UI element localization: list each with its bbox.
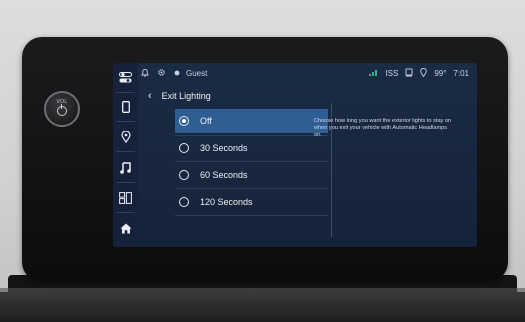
status-right: ISS 99° 7:01 [369,65,469,81]
rail-separator [116,92,135,93]
radio-icon [179,116,189,126]
page-header: ‹ Exit Lighting [148,89,211,103]
radio-icon [179,170,189,180]
infotainment-screen: Guest ISS 99° 7:01 ‹ Exit Lighting Off 3… [113,63,477,247]
apps-grid-icon[interactable] [113,185,138,210]
temperature: 99° [434,68,447,78]
vehicle-icon [405,68,413,79]
user-name[interactable]: Guest [186,69,207,78]
option-label: 120 Seconds [200,197,253,207]
radio-icon [179,197,189,207]
connectivity-label: ISS [385,68,399,78]
option-description: Choose how long you want the exterior li… [314,118,452,138]
option-divider [175,188,328,189]
power-icon [57,104,67,116]
option-divider [175,215,328,216]
signal-strength-icon [369,70,378,76]
phone-icon[interactable] [113,94,138,119]
location-pin-icon[interactable] [113,124,138,149]
option-120-seconds[interactable]: 120 Seconds [175,190,328,214]
option-divider [175,161,328,162]
option-30-seconds[interactable]: 30 Seconds [175,136,328,160]
home-icon[interactable] [113,216,138,241]
option-label: 60 Seconds [200,170,248,180]
toggle-icon[interactable] [113,65,138,90]
rail-separator [116,182,135,183]
page-title: Exit Lighting [161,91,211,101]
music-note-icon[interactable] [113,155,138,180]
option-off[interactable]: Off [175,109,328,133]
clock: 7:01 [453,68,469,78]
bell-icon[interactable] [141,68,149,79]
user-status-dot-icon [174,69,180,78]
option-label: 30 Seconds [200,143,248,153]
option-label: Off [200,116,212,126]
back-chevron-icon[interactable]: ‹ [148,90,152,102]
rail-separator [116,121,135,122]
location-status-icon [420,67,428,79]
rail-separator [116,212,135,213]
status-bar: Guest ISS 99° 7:01 [141,65,477,81]
rail-separator [116,151,135,152]
left-rail [113,63,138,247]
settings-gear-icon[interactable] [157,68,166,79]
option-60-seconds[interactable]: 60 Seconds [175,163,328,187]
volume-knob[interactable]: VOL [44,91,80,127]
dashboard-top [0,292,525,322]
radio-icon [179,143,189,153]
